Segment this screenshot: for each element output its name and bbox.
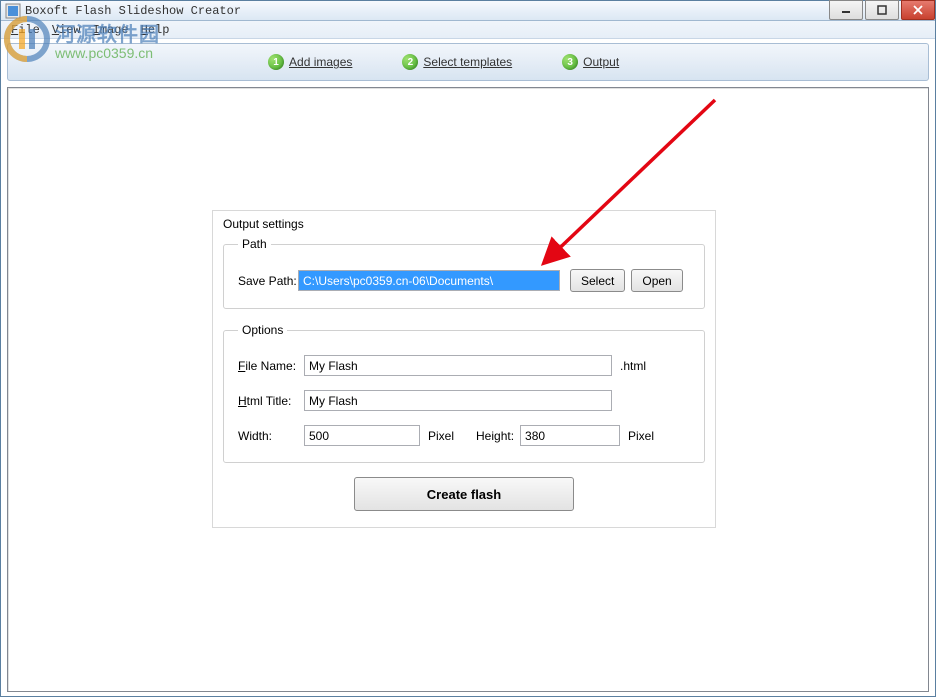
window-title: Boxoft Flash Slideshow Creator bbox=[25, 4, 241, 18]
app-icon bbox=[5, 3, 21, 19]
step-bar: 1 Add images 2 Select templates 3 Output bbox=[7, 43, 929, 81]
options-legend: Options bbox=[238, 323, 287, 337]
width-label: Width: bbox=[238, 429, 304, 443]
path-group: Path Save Path: Select Open bbox=[223, 237, 705, 309]
menu-file[interactable]: File bbox=[5, 23, 46, 37]
save-path-input[interactable] bbox=[298, 270, 560, 291]
output-settings-panel: Output settings Path Save Path: Select O… bbox=[212, 210, 716, 528]
file-name-suffix: .html bbox=[620, 359, 646, 373]
step-label: Select templates bbox=[423, 55, 512, 69]
content-area: Output settings Path Save Path: Select O… bbox=[7, 87, 929, 692]
height-label: Height: bbox=[476, 429, 520, 443]
menu-image[interactable]: Image bbox=[87, 23, 135, 37]
menu-help[interactable]: Help bbox=[135, 23, 176, 37]
close-button[interactable] bbox=[901, 0, 935, 20]
path-legend: Path bbox=[238, 237, 271, 251]
maximize-button[interactable] bbox=[865, 0, 899, 20]
step-add-images[interactable]: 1 Add images bbox=[268, 54, 352, 70]
file-name-input[interactable] bbox=[304, 355, 612, 376]
step-label: Add images bbox=[289, 55, 352, 69]
step-number-icon: 1 bbox=[268, 54, 284, 70]
step-select-templates[interactable]: 2 Select templates bbox=[402, 54, 512, 70]
app-window: Boxoft Flash Slideshow Creator File View… bbox=[0, 0, 936, 697]
html-title-input[interactable] bbox=[304, 390, 612, 411]
menubar: File View Image Help bbox=[1, 21, 935, 39]
window-controls bbox=[827, 0, 935, 20]
height-unit: Pixel bbox=[628, 429, 654, 443]
html-title-label: Html Title: bbox=[238, 394, 304, 408]
create-flash-button[interactable]: Create flash bbox=[354, 477, 574, 511]
step-label: Output bbox=[583, 55, 619, 69]
step-number-icon: 3 bbox=[562, 54, 578, 70]
step-output[interactable]: 3 Output bbox=[562, 54, 619, 70]
file-name-label: File Name: bbox=[238, 359, 304, 373]
width-unit: Pixel bbox=[428, 429, 454, 443]
select-button[interactable]: Select bbox=[570, 269, 625, 292]
save-path-label: Save Path: bbox=[238, 274, 298, 288]
step-number-icon: 2 bbox=[402, 54, 418, 70]
titlebar: Boxoft Flash Slideshow Creator bbox=[1, 1, 935, 21]
options-group: Options File Name: .html Html Title: Wid… bbox=[223, 323, 705, 463]
open-button[interactable]: Open bbox=[631, 269, 682, 292]
minimize-button[interactable] bbox=[829, 0, 863, 20]
output-settings-title: Output settings bbox=[223, 217, 705, 231]
menu-view[interactable]: View bbox=[46, 23, 87, 37]
height-input[interactable] bbox=[520, 425, 620, 446]
width-input[interactable] bbox=[304, 425, 420, 446]
